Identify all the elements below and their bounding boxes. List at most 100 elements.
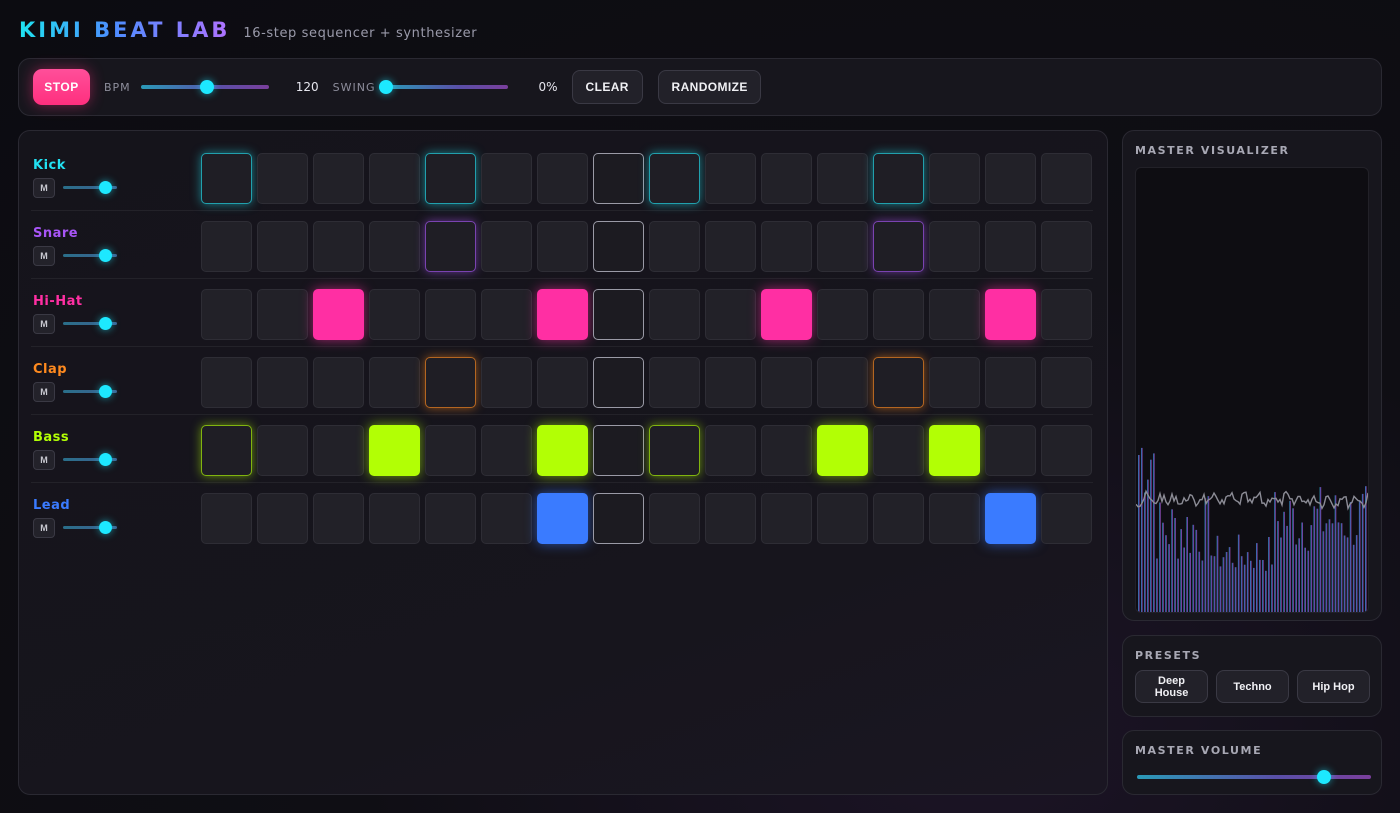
step-pad-2[interactable] bbox=[257, 221, 308, 272]
master-volume-slider[interactable] bbox=[1137, 770, 1371, 784]
swing-slider-thumb[interactable] bbox=[378, 80, 393, 94]
track-volume-slider[interactable] bbox=[63, 317, 117, 331]
step-pad-14[interactable] bbox=[929, 221, 980, 272]
master-volume-track[interactable] bbox=[1137, 775, 1371, 779]
step-pad-16[interactable] bbox=[1041, 221, 1092, 272]
step-pad-13[interactable] bbox=[873, 357, 924, 408]
track-volume-slider[interactable] bbox=[63, 521, 117, 535]
step-pad-14[interactable] bbox=[929, 493, 980, 544]
step-pad-11[interactable] bbox=[761, 493, 812, 544]
preset-hip-hop-button[interactable]: Hip Hop bbox=[1297, 670, 1370, 703]
track-volume-slider[interactable] bbox=[63, 181, 117, 195]
step-pad-10[interactable] bbox=[705, 153, 756, 204]
track-volume-slider[interactable] bbox=[63, 249, 117, 263]
step-pad-3[interactable] bbox=[313, 357, 364, 408]
step-pad-13[interactable] bbox=[873, 221, 924, 272]
step-pad-12[interactable] bbox=[817, 425, 868, 476]
step-pad-6[interactable] bbox=[481, 221, 532, 272]
step-pad-16[interactable] bbox=[1041, 357, 1092, 408]
step-pad-14[interactable] bbox=[929, 289, 980, 340]
step-pad-11[interactable] bbox=[761, 425, 812, 476]
step-pad-8[interactable] bbox=[593, 493, 644, 544]
step-pad-10[interactable] bbox=[705, 289, 756, 340]
step-pad-9[interactable] bbox=[649, 221, 700, 272]
step-pad-8[interactable] bbox=[593, 425, 644, 476]
step-pad-8[interactable] bbox=[593, 289, 644, 340]
step-pad-2[interactable] bbox=[257, 425, 308, 476]
track-volume-thumb[interactable] bbox=[99, 317, 113, 330]
step-pad-7[interactable] bbox=[537, 425, 588, 476]
step-pad-10[interactable] bbox=[705, 493, 756, 544]
step-pad-6[interactable] bbox=[481, 153, 532, 204]
step-pad-2[interactable] bbox=[257, 153, 308, 204]
step-pad-15[interactable] bbox=[985, 357, 1036, 408]
step-pad-13[interactable] bbox=[873, 493, 924, 544]
swing-slider-track[interactable] bbox=[385, 85, 508, 89]
step-pad-3[interactable] bbox=[313, 425, 364, 476]
step-pad-10[interactable] bbox=[705, 425, 756, 476]
step-pad-7[interactable] bbox=[537, 493, 588, 544]
step-pad-9[interactable] bbox=[649, 357, 700, 408]
track-volume-slider[interactable] bbox=[63, 453, 117, 467]
step-pad-12[interactable] bbox=[817, 289, 868, 340]
step-pad-4[interactable] bbox=[369, 357, 420, 408]
step-pad-3[interactable] bbox=[313, 289, 364, 340]
step-pad-4[interactable] bbox=[369, 153, 420, 204]
step-pad-6[interactable] bbox=[481, 289, 532, 340]
track-volume-thumb[interactable] bbox=[99, 385, 113, 398]
step-pad-3[interactable] bbox=[313, 493, 364, 544]
step-pad-16[interactable] bbox=[1041, 425, 1092, 476]
step-pad-9[interactable] bbox=[649, 425, 700, 476]
step-pad-14[interactable] bbox=[929, 153, 980, 204]
bpm-slider-thumb[interactable] bbox=[200, 80, 215, 94]
step-pad-11[interactable] bbox=[761, 153, 812, 204]
step-pad-15[interactable] bbox=[985, 153, 1036, 204]
step-pad-11[interactable] bbox=[761, 221, 812, 272]
step-pad-15[interactable] bbox=[985, 289, 1036, 340]
step-pad-12[interactable] bbox=[817, 153, 868, 204]
step-pad-14[interactable] bbox=[929, 425, 980, 476]
step-pad-2[interactable] bbox=[257, 493, 308, 544]
step-pad-6[interactable] bbox=[481, 493, 532, 544]
step-pad-7[interactable] bbox=[537, 289, 588, 340]
step-pad-3[interactable] bbox=[313, 153, 364, 204]
step-pad-16[interactable] bbox=[1041, 289, 1092, 340]
step-pad-5[interactable] bbox=[425, 289, 476, 340]
mute-button[interactable]: M bbox=[33, 314, 55, 334]
track-volume-thumb[interactable] bbox=[99, 181, 113, 194]
step-pad-1[interactable] bbox=[201, 289, 252, 340]
step-pad-5[interactable] bbox=[425, 493, 476, 544]
stop-button[interactable]: STOP bbox=[33, 69, 90, 105]
randomize-button[interactable]: RANDOMIZE bbox=[657, 70, 761, 104]
step-pad-10[interactable] bbox=[705, 357, 756, 408]
step-pad-4[interactable] bbox=[369, 493, 420, 544]
step-pad-8[interactable] bbox=[593, 221, 644, 272]
step-pad-5[interactable] bbox=[425, 221, 476, 272]
step-pad-12[interactable] bbox=[817, 357, 868, 408]
step-pad-8[interactable] bbox=[593, 357, 644, 408]
step-pad-4[interactable] bbox=[369, 289, 420, 340]
step-pad-4[interactable] bbox=[369, 221, 420, 272]
step-pad-11[interactable] bbox=[761, 289, 812, 340]
step-pad-6[interactable] bbox=[481, 425, 532, 476]
mute-button[interactable]: M bbox=[33, 518, 55, 538]
step-pad-1[interactable] bbox=[201, 493, 252, 544]
track-volume-thumb[interactable] bbox=[99, 521, 113, 534]
step-pad-7[interactable] bbox=[537, 153, 588, 204]
step-pad-1[interactable] bbox=[201, 153, 252, 204]
step-pad-7[interactable] bbox=[537, 221, 588, 272]
mute-button[interactable]: M bbox=[33, 382, 55, 402]
step-pad-2[interactable] bbox=[257, 357, 308, 408]
step-pad-3[interactable] bbox=[313, 221, 364, 272]
step-pad-14[interactable] bbox=[929, 357, 980, 408]
master-volume-thumb[interactable] bbox=[1317, 770, 1332, 784]
mute-button[interactable]: M bbox=[33, 450, 55, 470]
mute-button[interactable]: M bbox=[33, 246, 55, 266]
step-pad-12[interactable] bbox=[817, 221, 868, 272]
step-pad-4[interactable] bbox=[369, 425, 420, 476]
step-pad-1[interactable] bbox=[201, 221, 252, 272]
step-pad-13[interactable] bbox=[873, 289, 924, 340]
step-pad-2[interactable] bbox=[257, 289, 308, 340]
swing-slider[interactable] bbox=[378, 80, 508, 94]
step-pad-6[interactable] bbox=[481, 357, 532, 408]
